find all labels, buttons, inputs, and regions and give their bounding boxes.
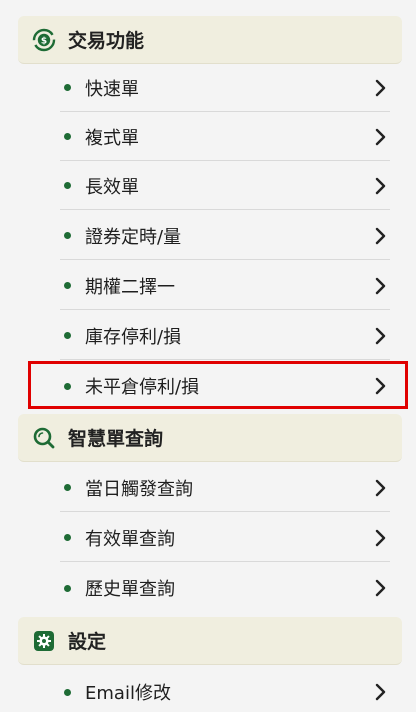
menu-item-quick-order[interactable]: 快速單 <box>60 64 390 112</box>
menu-item-label: 歷史單查詢 <box>85 579 175 600</box>
bullet <box>64 382 71 390</box>
section-title: 設定 <box>68 631 107 653</box>
menu-item-history-orders[interactable]: 歷史單查詢 <box>60 564 390 612</box>
menu-item-securities-timed[interactable]: 證券定時/量 <box>60 212 390 260</box>
menu-item-active-orders[interactable]: 有效單查詢 <box>60 514 390 562</box>
menu-item-label: 當日觸發查詢 <box>85 478 193 500</box>
menu-item-today-triggered[interactable]: 當日觸發查詢 <box>60 464 390 512</box>
section-smart-order-query[interactable]: 智慧單查詢 <box>18 414 402 462</box>
menu-item-label: 庫存停利/損 <box>85 326 182 348</box>
chevron-right-icon <box>374 478 388 498</box>
menu-item-label: 期權二擇一 <box>85 276 175 298</box>
section-trading-functions[interactable]: $ 交易功能 <box>18 16 402 64</box>
menu-item-label: 證券定時/量 <box>85 226 182 248</box>
menu-item-label: 快速單 <box>85 78 139 100</box>
bullet <box>64 232 71 239</box>
search-icon <box>32 426 56 450</box>
bullet <box>64 182 71 189</box>
bullet <box>64 584 71 592</box>
bullet <box>64 484 71 491</box>
chevron-right-icon <box>374 578 388 598</box>
menu-item-combo-order[interactable]: 複式單 <box>60 113 390 161</box>
menu-item-long-term-order[interactable]: 長效單 <box>60 162 390 210</box>
chevron-right-icon <box>374 176 388 196</box>
bullet <box>64 534 71 541</box>
bullet <box>64 84 71 91</box>
bullet <box>64 332 71 339</box>
menu-item-open-position-stop[interactable]: 未平倉停利/損 <box>60 362 390 410</box>
bullet <box>64 282 71 289</box>
section-settings[interactable]: 設定 <box>18 617 402 665</box>
menu-item-label: Email修改 <box>85 683 171 704</box>
chevron-right-icon <box>374 528 388 548</box>
menu-item-options-either[interactable]: 期權二擇一 <box>60 262 390 310</box>
chevron-right-icon <box>374 682 388 702</box>
smart-order-menu: $ 交易功能 快速單 複式單 長效單 證券定時/量 期權二擇一 庫存停利/損 未… <box>0 0 416 712</box>
bullet <box>64 133 71 140</box>
bullet <box>64 688 71 696</box>
menu-item-label: 未平倉停利/損 <box>85 377 200 398</box>
gear-icon <box>32 629 56 653</box>
menu-item-inventory-stop[interactable]: 庫存停利/損 <box>60 312 390 360</box>
svg-text:$: $ <box>41 36 47 46</box>
chevron-right-icon <box>374 226 388 246</box>
menu-item-label: 長效單 <box>85 176 139 198</box>
dollar-cycle-icon: $ <box>32 28 56 52</box>
chevron-right-icon <box>374 376 388 396</box>
section-title: 智慧單查詢 <box>68 428 164 450</box>
menu-item-email-edit[interactable]: Email修改 <box>60 668 390 712</box>
chevron-right-icon <box>374 78 388 98</box>
menu-item-label: 複式單 <box>85 127 139 149</box>
chevron-right-icon <box>374 326 388 346</box>
chevron-right-icon <box>374 276 388 296</box>
chevron-right-icon <box>374 127 388 147</box>
section-title: 交易功能 <box>68 30 145 52</box>
menu-item-label: 有效單查詢 <box>85 528 175 550</box>
